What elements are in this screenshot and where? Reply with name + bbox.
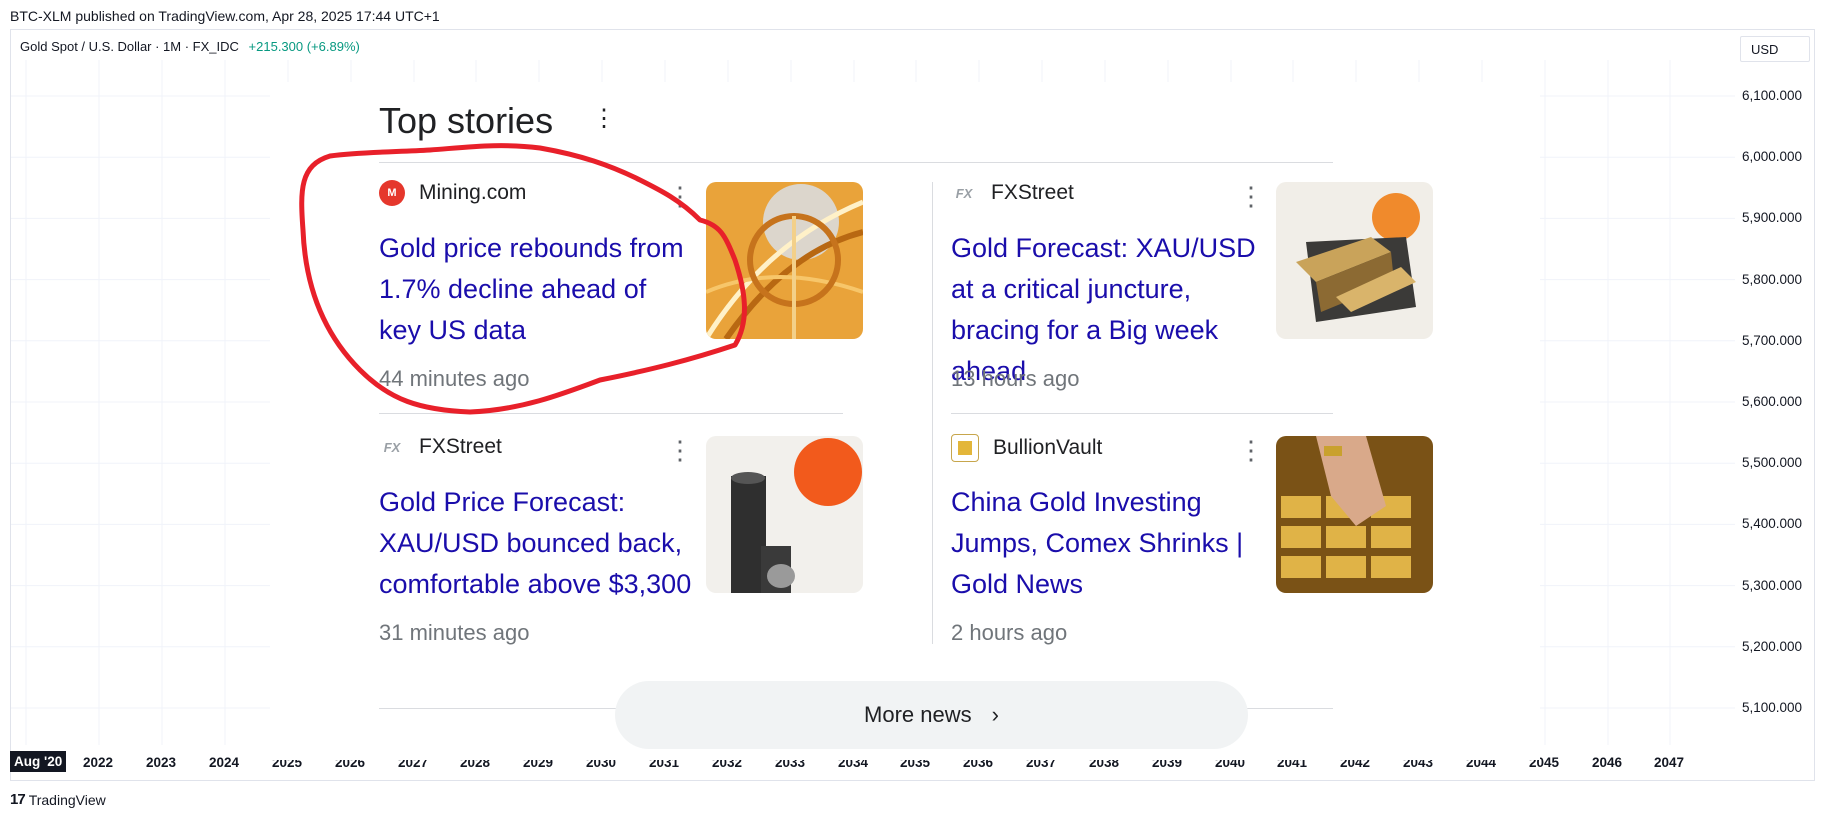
price-tick-label: 5,200.000 (1742, 638, 1803, 654)
more-options-icon[interactable]: ⋮ (592, 104, 616, 134)
more-news-button[interactable]: More news › (615, 681, 1248, 749)
story-thumbnail[interactable] (706, 182, 863, 339)
story-menu-icon[interactable]: ⋮ (667, 183, 693, 209)
chevron-right-icon: › (991, 702, 999, 727)
price-tick-label: 6,100.000 (1742, 88, 1803, 103)
price-tick-label: 5,300.000 (1742, 577, 1803, 593)
price-tick-label: 5,600.000 (1742, 394, 1803, 409)
story-source[interactable]: FX FXStreet (379, 434, 502, 460)
column-divider (932, 182, 933, 644)
coin-stack-image (706, 436, 863, 593)
story-thumbnail[interactable] (1276, 182, 1433, 339)
more-news-label: More news (864, 702, 972, 727)
story-menu-icon[interactable]: ⋮ (667, 437, 693, 463)
divider (379, 413, 843, 414)
time-tick-label: 2024 (209, 755, 240, 770)
time-tick-label: 2023 (146, 755, 177, 770)
price-tick-label: 5,400.000 (1742, 516, 1803, 532)
source-name: BullionVault (993, 436, 1103, 459)
top-stories-card: Top stories ⋮ M Mining.com ⋮ Gold price … (270, 82, 1540, 760)
symbol-change: +215.300 (+6.89%) (248, 39, 360, 54)
source-name: FXStreet (419, 435, 502, 458)
gold-bars-image (1276, 182, 1433, 339)
story-menu-icon[interactable]: ⋮ (1238, 183, 1264, 209)
fxstreet-favicon-icon: FX (951, 180, 977, 206)
currency-selector[interactable]: USD (1740, 36, 1810, 62)
source-name: Mining.com (419, 181, 527, 204)
story-thumbnail[interactable] (706, 436, 863, 593)
fxstreet-favicon-icon: FX (379, 434, 405, 460)
story-menu-icon[interactable]: ⋮ (1238, 437, 1264, 463)
gold-structure-image (706, 182, 863, 339)
time-tick-label: 2046 (1592, 755, 1623, 770)
time-tick-label: Aug '20 (10, 751, 67, 772)
story-time: 44 minutes ago (379, 366, 530, 391)
story-headline[interactable]: China Gold Investing Jumps, Comex Shrink… (951, 482, 1291, 605)
time-tick-label: 2047 (1654, 755, 1685, 770)
tradingview-brand: TradingView (28, 791, 106, 808)
story-headline[interactable]: Gold price rebounds from 1.7% decline ah… (379, 228, 689, 351)
price-tick-label: 5,100.000 (1742, 700, 1803, 715)
story-source[interactable]: FX FXStreet (951, 180, 1074, 206)
mining-favicon-icon: M (379, 180, 405, 206)
symbol-name: Gold Spot / U.S. Dollar · 1M · FX_IDC (20, 39, 239, 54)
price-tick-label: 5,700.000 (1742, 332, 1803, 348)
story-time: 13 hours ago (951, 366, 1080, 391)
story-time: 2 hours ago (951, 620, 1068, 645)
divider (379, 162, 1333, 163)
story-time: 31 minutes ago (379, 620, 530, 645)
story-headline[interactable]: Gold Price Forecast: XAU/USD bounced bac… (379, 482, 709, 605)
tradingview-footer[interactable]: 17 TradingView (10, 791, 106, 808)
story-source[interactable]: BullionVault (951, 434, 1102, 462)
time-tick-label: 2022 (83, 755, 114, 770)
price-tick-label: 5,900.000 (1742, 210, 1803, 226)
tradingview-logo-icon: 17 (10, 791, 26, 808)
top-stories-title: Top stories (379, 100, 554, 141)
source-name: FXStreet (991, 181, 1074, 204)
story-thumbnail[interactable] (1276, 436, 1433, 593)
symbol-legend: Gold Spot / U.S. Dollar · 1M · FX_IDC +2… (20, 39, 360, 54)
divider (951, 413, 1333, 414)
story-source[interactable]: M Mining.com (379, 180, 526, 206)
gold-ingots-image (1276, 436, 1433, 593)
price-tick-label: 6,000.000 (1742, 149, 1803, 165)
price-tick-label: 5,800.000 (1742, 271, 1803, 287)
bullionvault-favicon-icon (951, 434, 979, 462)
price-tick-label: 5,500.000 (1742, 455, 1803, 471)
